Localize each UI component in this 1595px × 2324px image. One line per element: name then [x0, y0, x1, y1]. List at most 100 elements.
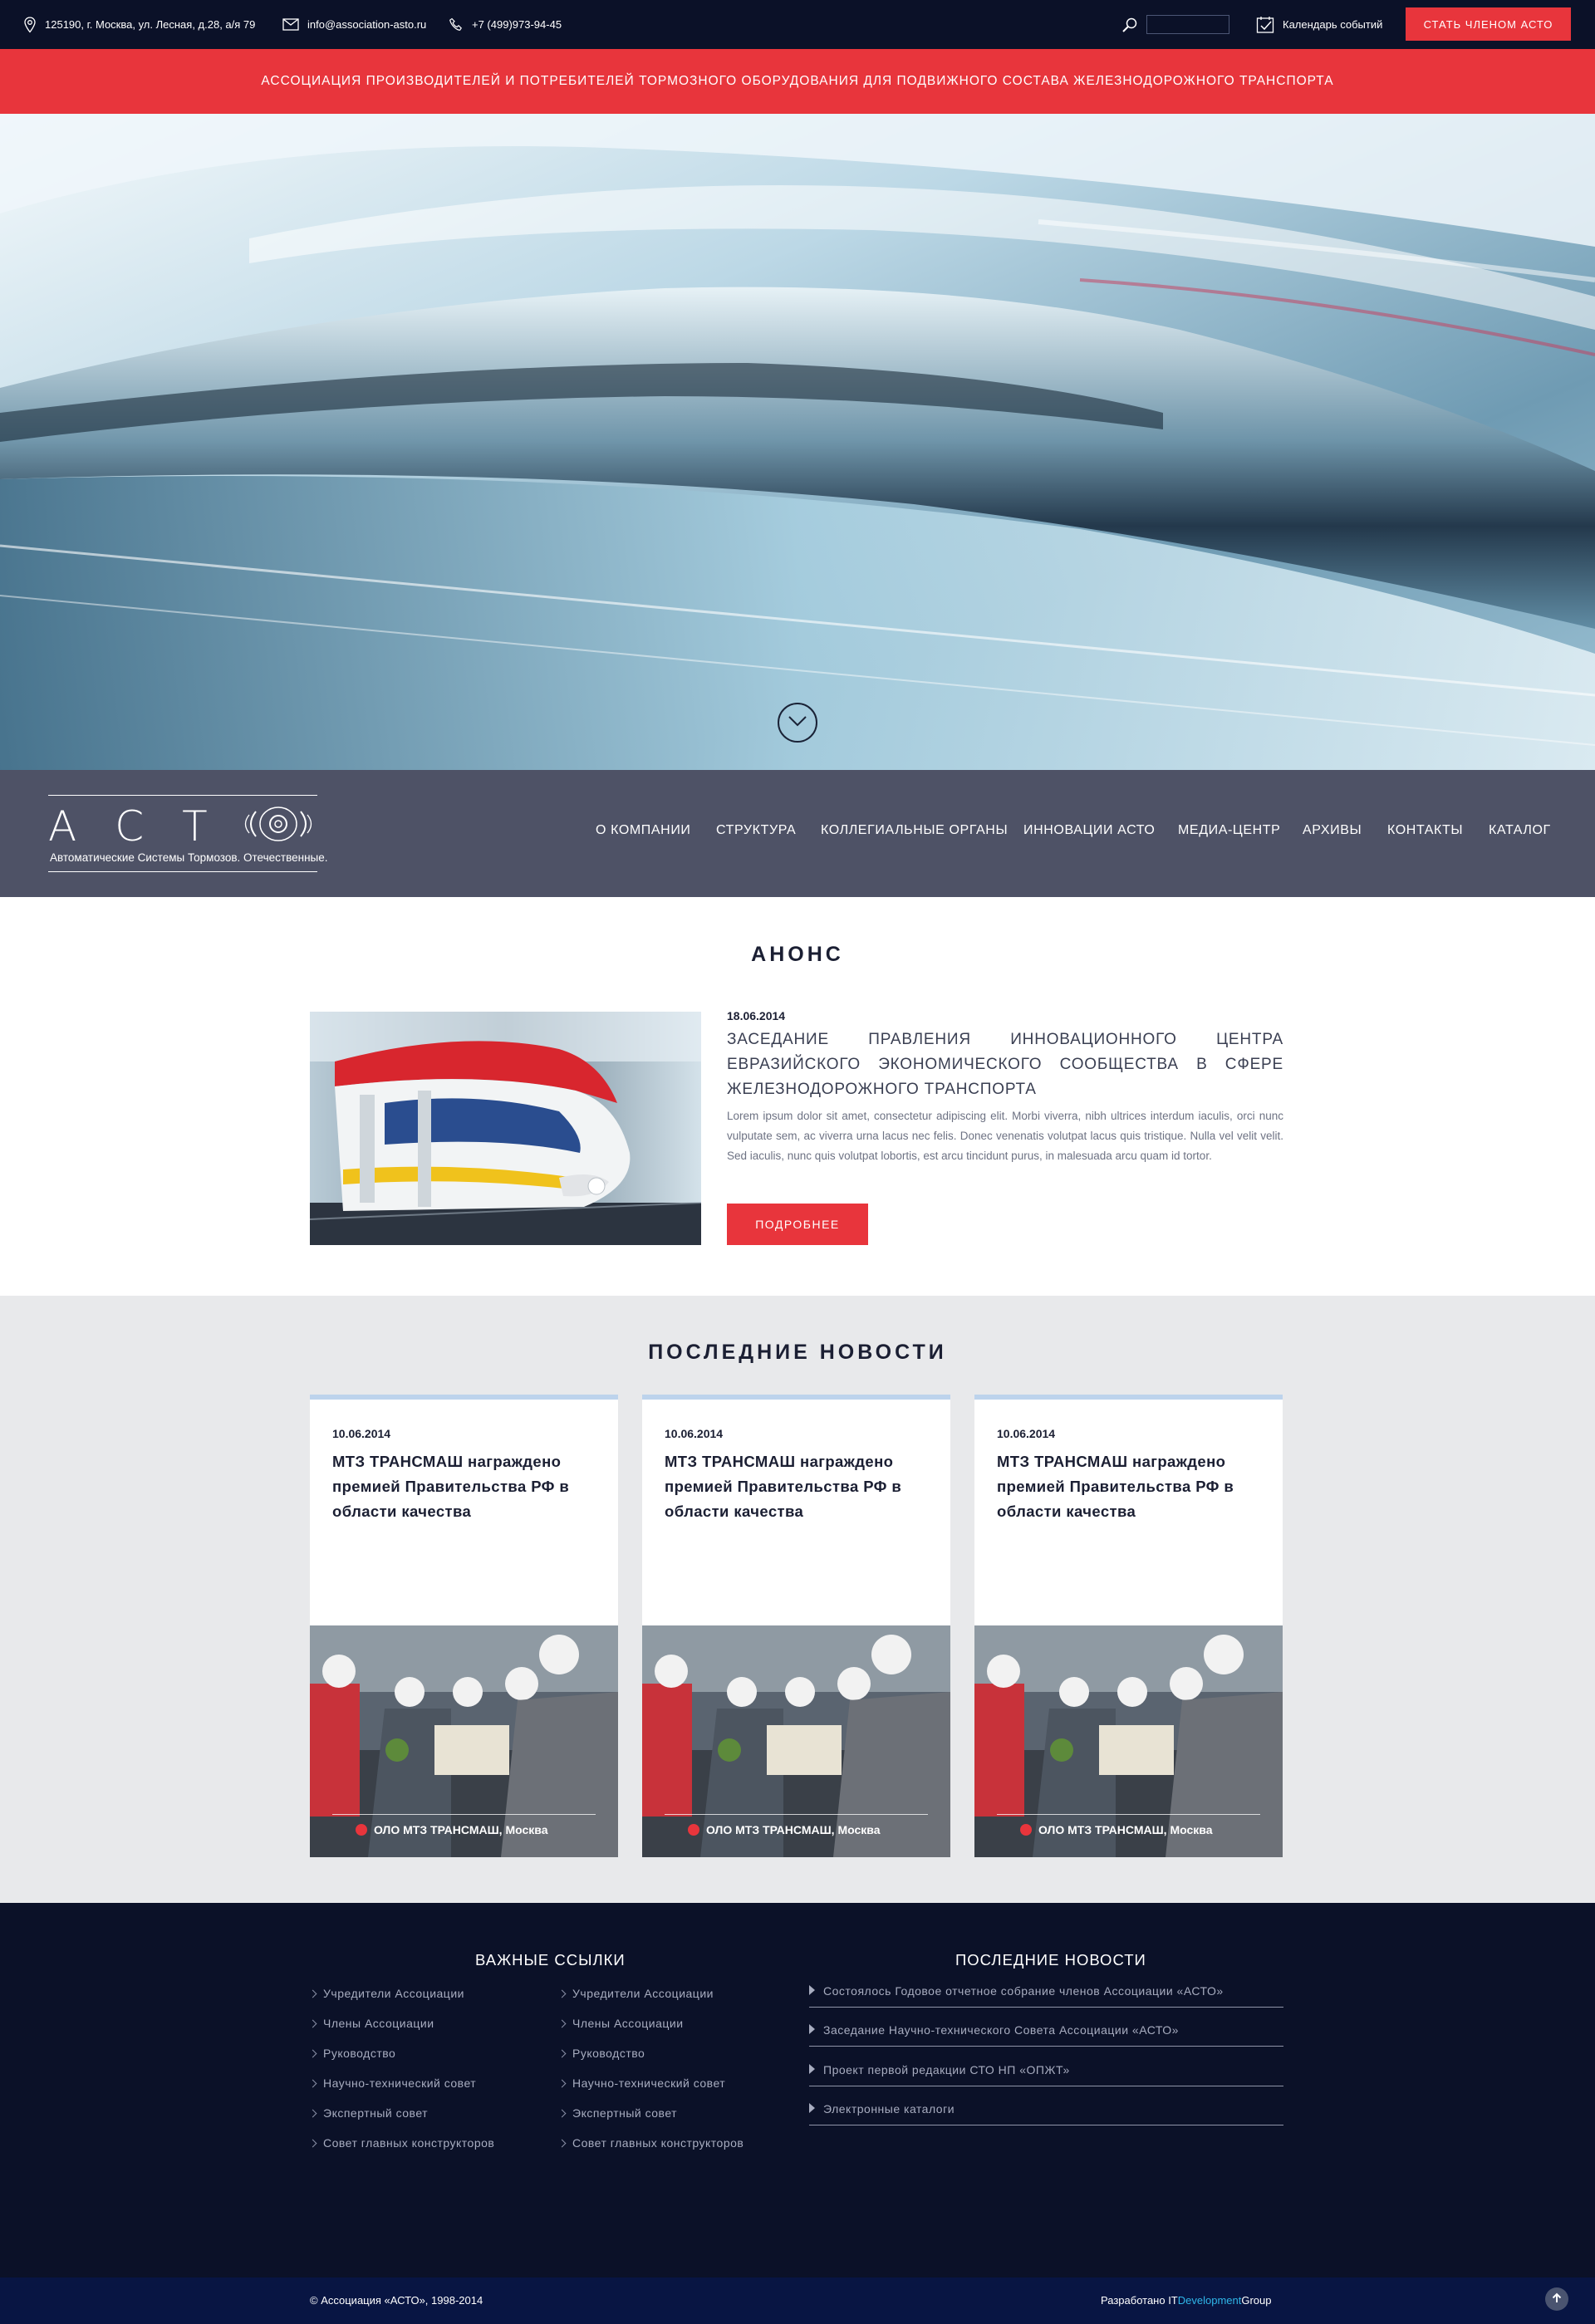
phone-icon	[449, 17, 464, 32]
scroll-down-button[interactable]	[778, 703, 817, 743]
news-card[interactable]: 10.06.2014 МТЗ ТРАНСМАШ награждено преми…	[974, 1395, 1283, 1857]
footer-link-expert-council[interactable]: Экспертный совет	[308, 2106, 428, 2120]
announce-text: Lorem ipsum dolor sit amet, consectetur …	[727, 1110, 1283, 1162]
chevron-right-icon	[308, 2109, 317, 2117]
footer-link-management[interactable]: Руководство	[557, 2047, 645, 2060]
nav-item-contacts[interactable]: КОНТАКТЫ	[1387, 823, 1463, 838]
chevron-right-icon	[308, 2139, 317, 2147]
hero-train-image	[0, 114, 1595, 770]
footer-link-scientific-council[interactable]: Научно-технический совет	[308, 2076, 476, 2090]
developer-credit[interactable]: Разработано ITDevelopmentGroup	[1101, 2294, 1272, 2307]
nav-item-collegial-bodies[interactable]: КОЛЛЕГИАЛЬНЫЕ ОРГАНЫ	[821, 823, 1008, 838]
banner-text: Ассоциация производителей и потребителей…	[261, 74, 1334, 88]
news-card-caption-text: ОЛО МТЗ ТРАНСМАШ, Москва	[374, 1823, 548, 1836]
news-card-title[interactable]: МТЗ ТРАНСМАШ награждено премией Правител…	[332, 1449, 598, 1524]
news-card-caption-text: ОЛО МТЗ ТРАНСМАШ, Москва	[1038, 1823, 1213, 1836]
calendar-check-icon	[1256, 16, 1274, 34]
read-more-button[interactable]: ПОДРОБНЕЕ	[727, 1204, 868, 1245]
announce-section-title: АНОНС	[751, 943, 844, 966]
footer-link-management[interactable]: Руководство	[308, 2047, 395, 2060]
association-banner: Ассоциация производителей и потребителей…	[0, 49, 1595, 114]
chevron-right-icon	[557, 1989, 567, 1998]
footer-news-item[interactable]: Электронные каталоги	[809, 2102, 1283, 2125]
triangle-right-icon	[809, 2064, 815, 2074]
news-section-title: ПОСЛЕДНИЕ НОВОСТИ	[648, 1341, 947, 1364]
footer-news-title: ПОСЛЕДНИЕ НОВОСТИ	[955, 1951, 1146, 1969]
phone-number[interactable]: +7 (499)973-94-45	[472, 18, 562, 31]
triangle-right-icon	[809, 1985, 815, 1995]
footer-link-members[interactable]: Члены Ассоциации	[308, 2017, 434, 2030]
news-card-photo[interactable]: ОЛО МТЗ ТРАНСМАШ, Москва	[974, 1625, 1283, 1857]
footer-news-item[interactable]: Заседание Научно-технического Совета Асс…	[809, 2023, 1283, 2047]
nav-item-company[interactable]: О КОМПАНИИ	[596, 823, 691, 838]
news-card-title[interactable]: МТЗ ТРАНСМАШ награждено премией Правител…	[997, 1449, 1263, 1524]
calendar-link[interactable]: Календарь событий	[1256, 0, 1382, 49]
nav-menu: О КОМПАНИИ СТРУКТУРА КОЛЛЕГИАЛЬНЫЕ ОРГАН…	[0, 770, 1595, 897]
location-pin-icon	[23, 16, 37, 33]
nav-item-innovations[interactable]: ИННОВАЦИИ АСТО	[1023, 823, 1155, 838]
email-contact[interactable]: info@association-asto.ru	[282, 0, 426, 49]
news-card-caption: ОЛО МТЗ ТРАНСМАШ, Москва	[665, 1814, 928, 1836]
footer-link-founders[interactable]: Учредители Ассоциации	[308, 1987, 464, 2000]
become-member-button[interactable]: СТАТЬ ЧЛЕНОМ АСТО	[1406, 7, 1571, 41]
news-card-caption: ОЛО МТЗ ТРАНСМАШ, Москва	[332, 1814, 596, 1836]
hero-motion-blur-art	[0, 114, 1595, 770]
scroll-to-top-button[interactable]	[1545, 2287, 1568, 2311]
footer-link-chief-designers[interactable]: Совет главных конструкторов	[557, 2136, 744, 2150]
triangle-right-icon	[809, 2024, 815, 2034]
bottom-bar: © Ассоциация «АСТО», 1998-2014 Разработа…	[0, 2277, 1595, 2324]
location-dot-icon	[356, 1824, 367, 1836]
news-card-date: 10.06.2014	[997, 1427, 1056, 1440]
footer-link-founders[interactable]: Учредители Ассоциации	[557, 1987, 714, 2000]
nav-item-structure[interactable]: СТРУКТУРА	[716, 823, 796, 838]
location-dot-icon	[688, 1824, 699, 1836]
nav-item-archives[interactable]: АРХИВЫ	[1303, 823, 1362, 838]
news-card[interactable]: 10.06.2014 МТЗ ТРАНСМАШ награждено преми…	[310, 1395, 618, 1857]
footer-link-chief-designers[interactable]: Совет главных конструкторов	[308, 2136, 494, 2150]
email-link[interactable]: info@association-asto.ru	[307, 18, 426, 31]
envelope-icon	[282, 18, 299, 31]
location-dot-icon	[1020, 1824, 1032, 1836]
chevron-right-icon	[557, 2019, 567, 2027]
calendar-label[interactable]: Календарь событий	[1283, 18, 1382, 31]
chevron-right-icon	[308, 2019, 317, 2027]
chevron-down-icon	[788, 715, 807, 731]
search-icon[interactable]	[1121, 17, 1138, 33]
chevron-right-icon	[557, 2079, 567, 2087]
chevron-right-icon	[308, 2079, 317, 2087]
phone-contact[interactable]: +7 (499)973-94-45	[449, 0, 562, 49]
news-card-date: 10.06.2014	[332, 1427, 391, 1440]
footer-link-scientific-council[interactable]: Научно-технический совет	[557, 2076, 725, 2090]
search-box	[1121, 0, 1229, 49]
search-input[interactable]	[1146, 15, 1229, 34]
news-card-caption-text: ОЛО МТЗ ТРАНСМАШ, Москва	[706, 1823, 881, 1836]
news-card-date: 10.06.2014	[665, 1427, 724, 1440]
main-navigation: АСТ Автоматические Системы Тормозов. Оте…	[0, 770, 1595, 897]
footer-link-members[interactable]: Члены Ассоциации	[557, 2017, 684, 2030]
news-card-photo[interactable]: ОЛО МТЗ ТРАНСМАШ, Москва	[642, 1625, 950, 1857]
announce-title[interactable]: Заседание Правления Инновационного центр…	[727, 1027, 1283, 1102]
announce-train-image[interactable]	[310, 1012, 701, 1245]
chevron-right-icon	[557, 2109, 567, 2117]
footer-news-item[interactable]: Состоялось Годовое отчетное собрание чле…	[809, 1984, 1283, 2008]
chevron-right-icon	[557, 2049, 567, 2057]
footer: ВАЖНЫЕ ССЫЛКИ Учредители Ассоциации Член…	[0, 1903, 1595, 2277]
footer-links-title: ВАЖНЫЕ ССЫЛКИ	[475, 1951, 626, 1969]
address-text: 125190, г. Москва, ул. Лесная, д.28, а/я…	[45, 18, 256, 31]
top-bar: 125190, г. Москва, ул. Лесная, д.28, а/я…	[0, 0, 1595, 49]
news-card-caption: ОЛО МТЗ ТРАНСМАШ, Москва	[997, 1814, 1260, 1836]
chevron-right-icon	[308, 1989, 317, 1998]
copyright-text: © Ассоциация «АСТО», 1998-2014	[310, 2294, 483, 2307]
nav-item-media-center[interactable]: МЕДИА-ЦЕНТР	[1178, 823, 1280, 838]
address-contact: 125190, г. Москва, ул. Лесная, д.28, а/я…	[23, 0, 255, 49]
announce-date: 18.06.2014	[727, 1009, 786, 1022]
chevron-right-icon	[557, 2139, 567, 2147]
triangle-right-icon	[809, 2103, 815, 2113]
news-card-photo[interactable]: ОЛО МТЗ ТРАНСМАШ, Москва	[310, 1625, 618, 1857]
nav-item-catalog[interactable]: КАТАЛОГ	[1489, 823, 1551, 838]
footer-link-expert-council[interactable]: Экспертный совет	[557, 2106, 677, 2120]
news-card[interactable]: 10.06.2014 МТЗ ТРАНСМАШ награждено преми…	[642, 1395, 950, 1857]
footer-news-item[interactable]: Проект первой редакции СТО НП «ОПЖТ»	[809, 2063, 1283, 2086]
chevron-right-icon	[308, 2049, 317, 2057]
news-card-title[interactable]: МТЗ ТРАНСМАШ награждено премией Правител…	[665, 1449, 930, 1524]
